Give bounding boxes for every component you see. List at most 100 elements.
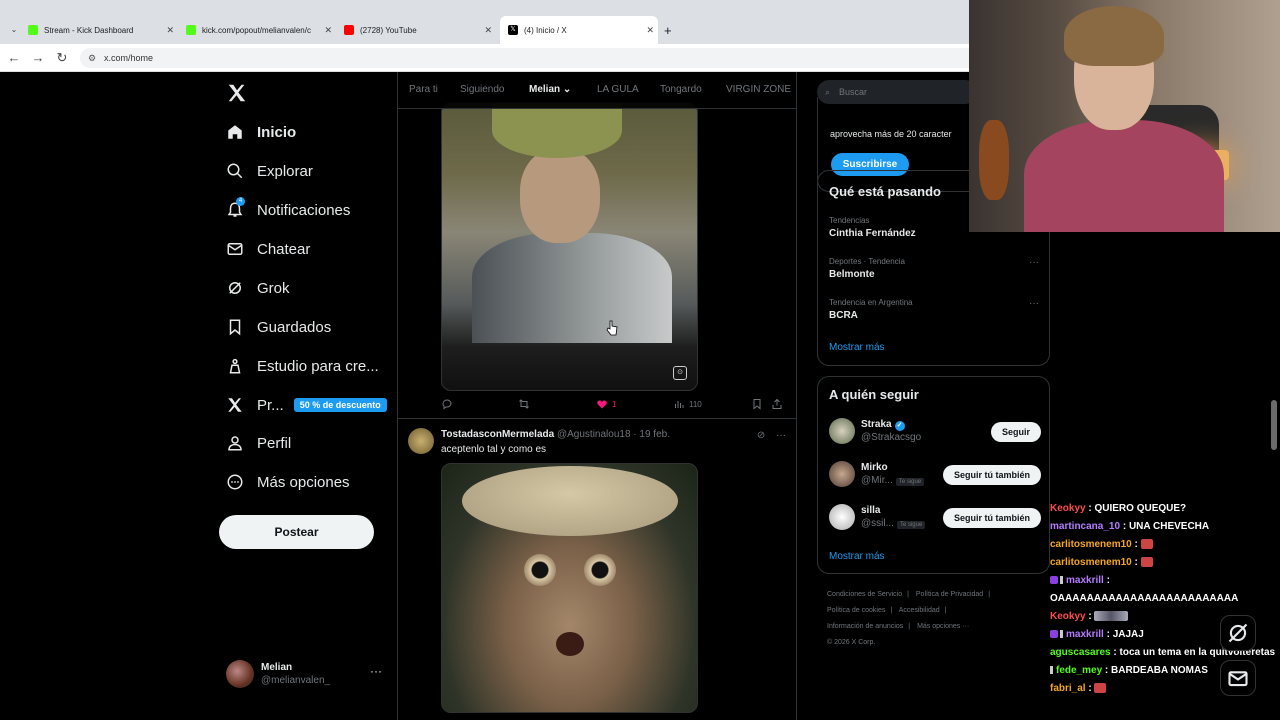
bookmark-icon [753,399,761,410]
tweet-date[interactable]: · 19 feb. [633,429,670,440]
footer-link[interactable]: Información de anuncios [827,623,903,630]
nav-item-home[interactable]: Inicio [226,120,296,144]
footer-separator: | [944,607,947,614]
account-handle: @melianvalen_ [261,675,331,686]
nav-item-creator-studio[interactable]: Estudio para cre... [226,354,379,378]
follow-suggestion[interactable]: silla @ssil... Te sigue Seguir tú también [829,504,1041,534]
messages-float-button[interactable] [1220,660,1256,696]
close-tab-icon[interactable]: ✕ [484,25,492,36]
reply-button[interactable] [441,398,457,410]
who-to-follow-panel: A quién seguir Straka ✓ @Strakacsgo Segui… [817,376,1050,574]
nav-item-more-options[interactable]: Más opciones [226,470,350,494]
more-dots-icon[interactable]: ··· [370,664,382,678]
like-button[interactable]: 1 [596,398,616,410]
trend-item[interactable]: Deportes · Tendencia Belmonte ··· [829,257,1039,280]
mail-icon [1228,671,1248,687]
trend-item[interactable]: Tendencia en Argentina BCRA ··· [829,298,1039,321]
trend-context: Tendencia en Argentina [829,298,913,307]
nav-item-label: Pr... [257,396,284,414]
x-logo-icon[interactable] [226,82,248,104]
more-dots-icon[interactable]: ··· [1029,298,1039,309]
browser-tab-kick-popout[interactable]: kick.com/popout/melianvalen/c ✕ [186,18,336,42]
more-dots-icon[interactable]: ··· [776,430,786,441]
close-tab-icon[interactable]: ✕ [324,25,332,36]
divider [398,418,796,419]
nav-item-label: Explorar [257,162,313,180]
footer-link[interactable]: Condiciones de Servicio [827,591,902,598]
share-button[interactable] [771,398,787,410]
footer-link[interactable]: Política de cookies [827,607,885,614]
follow-back-button[interactable]: Seguir tú también [942,465,1041,485]
follow-suggestion[interactable]: Mirko @Mir... Te sigue Seguir tú también [829,461,1041,491]
nav-item-chat[interactable]: Chatear [226,237,310,261]
post-button[interactable]: Postear [219,515,374,549]
tab-la-gula[interactable]: LA GULA [597,84,639,95]
repost-button[interactable] [518,398,534,410]
nav-item-bookmarks[interactable]: Guardados [226,315,331,339]
nav-item-grok[interactable]: Grok [226,276,290,300]
follow-back-button[interactable]: Seguir tú también [942,508,1041,528]
nav-item-notifications[interactable]: 4 Notificaciones [226,197,350,222]
mail-icon [227,243,243,255]
forward-arrow-icon[interactable]: → [30,50,46,66]
site-info-icon[interactable]: ⚙ [88,48,96,68]
nav-item-premium[interactable]: Pr... 50 % de descuento [226,393,387,417]
reload-icon[interactable]: ↻ [54,50,70,66]
account-name: Melian [261,662,293,673]
search-input[interactable]: ⌕ Buscar [817,80,977,104]
nav-item-explore[interactable]: Explorar [226,159,313,183]
tab-para-ti[interactable]: Para ti [409,84,438,95]
footer-link[interactable]: Más opciones ··· [917,623,969,630]
url-field[interactable]: ⚙ x.com/home [80,48,980,68]
follow-button[interactable]: Seguir [990,422,1041,442]
back-arrow-icon[interactable]: ← [6,50,22,66]
new-tab-button[interactable]: + [664,18,684,42]
grok-float-button[interactable] [1220,615,1256,651]
tweet-actions: 1 110 [441,398,787,412]
tab-tongardo[interactable]: Tongardo [660,84,702,95]
person-icon [228,436,242,451]
media-shape [556,632,584,656]
bookmark-icon [229,319,241,336]
avatar[interactable] [829,418,855,444]
more-dots-icon[interactable]: ··· [1029,257,1039,268]
follow-suggestion[interactable]: Straka ✓ @Strakacsgo Seguir [829,418,1041,448]
follows-you-badge: Te sigue [895,478,925,486]
show-more-link[interactable]: Mostrar más [829,342,885,353]
copyright: © 2026 X Corp. [827,639,876,646]
account-switcher[interactable]: Melian @melianvalen_ ··· [226,660,386,690]
footer-links: Condiciones de Servicio | Política de Pri… [827,587,1047,651]
tweet-media-gif[interactable]: ⊙ [441,102,698,391]
search-icon: ⌕ [825,87,831,97]
hand-cursor-icon [606,320,618,336]
footer-link[interactable]: Accesibilidad [899,607,940,614]
browser-tab-kick-dashboard[interactable]: Stream - Kick Dashboard ✕ [28,18,178,42]
show-more-link[interactable]: Mostrar más [829,551,885,562]
kick-favicon-icon [28,25,38,35]
avatar[interactable] [408,428,434,454]
tab-virgin-zone[interactable]: VIRGIN ZONE [726,84,791,95]
browser-tab-x-home[interactable]: 𝕏 (4) Inicio / X ✕ [500,16,658,44]
tweet-media-image[interactable] [441,463,698,713]
grok-icon[interactable]: ⊘ [757,430,765,441]
views-button[interactable]: 110 [673,398,702,410]
bookmark-button[interactable] [751,398,767,410]
media-shape [472,233,672,343]
avatar[interactable] [829,461,855,487]
x-favicon-icon: 𝕏 [508,25,518,35]
nav-item-profile[interactable]: Perfil [226,431,291,455]
avatar[interactable] [829,504,855,530]
follows-you-badge: Te sigue [896,521,926,529]
nav-item-label: Más opciones [257,473,350,491]
tweet-author-handle[interactable]: @Agustinalou18 [557,429,631,440]
tweet-author-name[interactable]: TostadasconMermelada [441,429,554,440]
tab-siguiendo[interactable]: Siguiendo [460,84,504,95]
close-tab-icon[interactable]: ✕ [646,25,654,36]
gif-icon[interactable]: ⊙ [673,366,687,380]
tab-melian[interactable]: Melian ⌄ [529,84,571,95]
tab-search-icon[interactable]: ⌄ [6,22,22,38]
browser-tab-youtube[interactable]: (2728) YouTube ✕ [344,18,496,42]
scrollbar[interactable] [1271,400,1277,450]
footer-link[interactable]: Política de Privacidad [916,591,983,598]
close-tab-icon[interactable]: ✕ [166,25,174,36]
